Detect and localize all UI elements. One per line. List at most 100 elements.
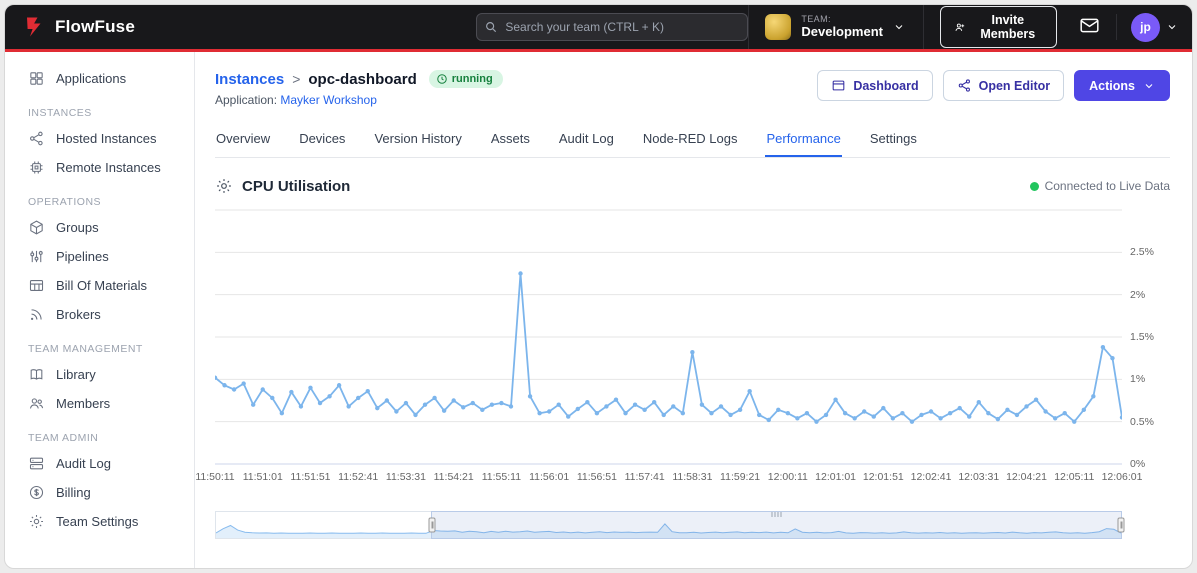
tab-performance[interactable]: Performance — [765, 123, 842, 157]
y-tick-label: 2% — [1130, 288, 1146, 301]
team-name: Development — [801, 23, 883, 39]
tab-assets[interactable]: Assets — [490, 123, 531, 157]
table-icon — [29, 280, 44, 291]
tab-node-red-logs[interactable]: Node-RED Logs — [642, 123, 739, 157]
sidebar-section-team-management: TEAM MANAGEMENT — [28, 343, 143, 355]
share-nodes-icon — [30, 131, 43, 146]
user-menu[interactable]: jp — [1117, 12, 1178, 42]
flowfuse-logo-icon — [27, 17, 41, 37]
sidebar-item-team-settings[interactable]: Team Settings — [5, 507, 194, 536]
y-tick-label: 0.5% — [1130, 415, 1154, 428]
chart-x-axis-labels: 11:50:11 11:51:01 11:51:51 11:52:41 11:53:31… — [195, 471, 1142, 487]
gear-icon — [29, 514, 44, 529]
x-tick-label: 12:00:11 — [767, 471, 808, 483]
sidebar-item-pipelines[interactable]: Pipelines — [5, 242, 194, 271]
chart-navigator[interactable] — [215, 511, 1125, 539]
chevron-down-icon — [1145, 83, 1153, 88]
chip-icon — [30, 161, 43, 174]
x-tick-label: 11:58:31 — [672, 471, 713, 483]
currency-dollar-icon — [29, 485, 44, 500]
server-stack-icon — [29, 457, 44, 470]
dashboard-button[interactable]: Dashboard — [817, 70, 933, 101]
y-tick-label: 0% — [1130, 458, 1146, 470]
header-actions: Dashboard Open Editor Actions — [817, 70, 1170, 101]
x-tick-label: 11:57:41 — [624, 471, 665, 483]
tab-audit-log[interactable]: Audit Log — [558, 123, 615, 157]
tab-devices[interactable]: Devices — [298, 123, 346, 157]
tab-overview[interactable]: Overview — [215, 123, 271, 157]
breadcrumb: Instances > opc-dashboard running — [215, 70, 503, 88]
chevron-down-icon — [895, 25, 903, 30]
sidebar-item-bill-of-materials[interactable]: Bill Of Materials — [5, 271, 194, 300]
cpu-chart: 0% 0.5% 1% 1.5% 2% 2.5% — [212, 209, 1170, 470]
sidebar-item-remote-instances[interactable]: Remote Instances — [5, 153, 194, 182]
tab-version-history[interactable]: Version History — [373, 123, 462, 157]
editor-share-icon — [958, 79, 970, 92]
brand-name: FlowFuse — [55, 17, 135, 36]
mail-button[interactable] — [1073, 14, 1117, 40]
live-status-dot-icon — [1029, 181, 1039, 191]
x-tick-label: 11:55:11 — [481, 471, 522, 483]
navigator-right-handle[interactable] — [1117, 517, 1125, 533]
team-selector[interactable]: TEAM: Development — [748, 5, 924, 49]
navigator-left-handle[interactable] — [428, 517, 436, 533]
y-tick-label: 1% — [1130, 373, 1146, 386]
x-tick-label: 12:05:11 — [1054, 471, 1095, 483]
chart-title: CPU Utilisation — [242, 177, 351, 195]
x-tick-label: 11:56:51 — [576, 471, 617, 483]
y-tick-label: 1.5% — [1130, 331, 1154, 343]
sidebar-item-brokers[interactable]: Brokers — [5, 300, 194, 329]
brand[interactable]: FlowFuse — [23, 15, 231, 39]
topbar-right: TEAM: Development Invite Members jp — [748, 5, 1178, 49]
x-tick-label: 12:01:51 — [862, 471, 904, 483]
application-line: Application: Mayker Workshop — [215, 93, 503, 107]
open-editor-button[interactable]: Open Editor — [942, 70, 1065, 101]
sidebar-section-instances: INSTANCES — [28, 107, 92, 119]
x-tick-label: 11:53:31 — [385, 471, 426, 483]
book-open-icon — [30, 369, 43, 380]
sidebar-item-audit-log[interactable]: Audit Log — [5, 449, 194, 478]
navigator-grip-icon[interactable] — [771, 512, 783, 517]
x-tick-label: 11:51:01 — [242, 471, 283, 483]
sidebar-item-hosted-instances[interactable]: Hosted Instances — [5, 124, 194, 153]
sidebar-section-team-admin: TEAM ADMIN — [28, 432, 99, 444]
invite-members-button[interactable]: Invite Members — [940, 6, 1057, 48]
live-status: Connected to Live Data — [1029, 179, 1170, 193]
main-content: Instances > opc-dashboard running Applic… — [195, 52, 1192, 568]
search-input[interactable] — [476, 13, 749, 41]
sidebar-item-billing[interactable]: Billing — [5, 478, 194, 507]
chevron-down-icon — [1168, 25, 1176, 30]
search-icon — [486, 22, 497, 33]
chart-y-axis-labels: 0% 0.5% 1% 1.5% 2% 2.5% — [1122, 209, 1170, 470]
x-tick-label: 12:06:01 — [1101, 471, 1143, 483]
x-tick-label: 12:02:41 — [910, 471, 952, 483]
sidebar-item-library[interactable]: Library — [5, 360, 194, 389]
clock-icon — [436, 74, 447, 84]
x-tick-label: 11:56:01 — [529, 471, 570, 483]
tab-bar: Overview Devices Version History Assets … — [215, 123, 1170, 158]
x-tick-label: 12:04:21 — [1006, 471, 1047, 483]
avatar: jp — [1131, 12, 1160, 42]
sidebar-item-applications[interactable]: Applications — [5, 64, 194, 93]
x-tick-label: 12:01:01 — [815, 471, 857, 483]
team-avatar — [765, 14, 792, 40]
breadcrumb-instances-link[interactable]: Instances — [215, 71, 284, 88]
application-label: Application: — [215, 93, 278, 107]
pipelines-icon — [30, 250, 43, 263]
sidebar-section-operations: OPERATIONS — [28, 196, 102, 208]
x-tick-label: 11:50:11 — [195, 471, 235, 483]
application-link[interactable]: Mayker Workshop — [280, 93, 376, 107]
applications-icon — [30, 72, 43, 85]
search-box — [476, 13, 749, 41]
cube-icon — [30, 220, 43, 235]
gear-icon — [217, 179, 231, 193]
tab-settings[interactable]: Settings — [869, 123, 918, 157]
navigator-selection[interactable] — [428, 511, 1125, 539]
sidebar-item-groups[interactable]: Groups — [5, 213, 194, 242]
sidebar: Applications INSTANCES Hosted Instances … — [5, 52, 195, 568]
sidebar-item-members[interactable]: Members — [5, 389, 194, 418]
instance-name: opc-dashboard — [308, 70, 417, 88]
invite-members-label: Invite Members — [980, 13, 1036, 41]
breadcrumb-separator: > — [292, 71, 301, 87]
actions-button[interactable]: Actions — [1074, 70, 1170, 101]
